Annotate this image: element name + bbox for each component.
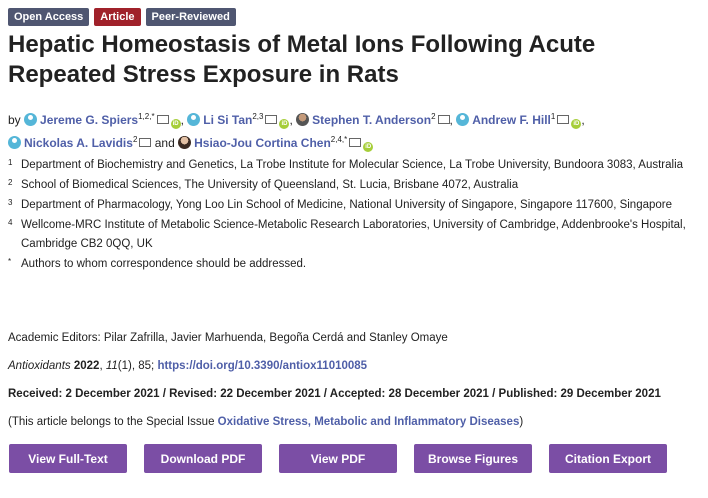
orcid-icon[interactable]: iD bbox=[571, 119, 582, 129]
email-icon[interactable] bbox=[557, 115, 570, 124]
author-sup: 2,3 bbox=[252, 112, 264, 121]
affiliation-item: * Authors to whom correspondence should b… bbox=[8, 257, 307, 270]
article-badge: Article bbox=[94, 8, 141, 26]
email-icon[interactable] bbox=[265, 115, 278, 124]
author-sup: 1,2,* bbox=[138, 112, 155, 121]
peer-reviewed-badge: Peer-Reviewed bbox=[145, 8, 236, 26]
browse-figures-button[interactable]: Browse Figures bbox=[414, 444, 532, 473]
journal-name: Antioxidants bbox=[8, 360, 71, 372]
open-access-badge: Open Access bbox=[8, 8, 90, 26]
author-sup: 1 bbox=[550, 112, 556, 121]
author-link[interactable]: Andrew F. Hill bbox=[472, 113, 551, 127]
author-avatar-icon bbox=[24, 113, 38, 126]
email-icon[interactable] bbox=[156, 115, 169, 124]
article-title: Hepatic Homeostasis of Metal Ions Follow… bbox=[8, 31, 596, 88]
special-issue-note: (This article belongs to the Special Iss… bbox=[8, 416, 524, 428]
author-link[interactable]: Hsiao-Jou Cortina Chen bbox=[194, 136, 331, 150]
academic-editors: Academic Editors: Pilar Zafrilla, Javier… bbox=[8, 332, 448, 344]
author-photo bbox=[296, 113, 310, 126]
author-avatar-icon bbox=[8, 136, 21, 149]
affiliation-item: 2 School of Biomedical Sciences, The Univ… bbox=[8, 178, 519, 191]
citation-line: Antioxidants 2022, 11(1), 85; https://do… bbox=[8, 360, 368, 372]
citation-export-button[interactable]: Citation Export bbox=[549, 444, 667, 473]
author-sup: 2 bbox=[132, 135, 138, 144]
action-buttons: View Full-Text Download PDF View PDF Bro… bbox=[9, 444, 667, 473]
citation-volume: 11 bbox=[105, 360, 118, 372]
affiliation-item: 1 Department of Biochemistry and Genetics… bbox=[8, 158, 684, 171]
author-photo bbox=[178, 136, 192, 149]
download-pdf-button[interactable]: Download PDF bbox=[144, 444, 262, 473]
view-full-text-button[interactable]: View Full-Text bbox=[9, 444, 127, 473]
badge-bar: Open Access Article Peer-Reviewed bbox=[8, 8, 236, 26]
author-link[interactable]: Li Si Tan bbox=[203, 113, 252, 127]
and-label: and bbox=[154, 136, 175, 150]
orcid-icon[interactable]: iD bbox=[279, 119, 290, 129]
affiliation-item: 3 Department of Pharmacology, Yong Loo Li… bbox=[8, 198, 673, 211]
affiliation-list: 1 Department of Biochemistry and Genetics… bbox=[8, 156, 698, 275]
author-sup: 2,4,* bbox=[330, 135, 348, 144]
author-sup: 2 bbox=[431, 112, 436, 121]
email-icon[interactable] bbox=[437, 115, 450, 124]
email-icon[interactable] bbox=[349, 138, 362, 147]
author-link[interactable]: Nickolas A. Lavidis bbox=[24, 136, 133, 150]
publication-dates: Received: 2 December 2021 / Revised: 22 … bbox=[8, 388, 661, 400]
author-link[interactable]: Jereme G. Spiers bbox=[40, 113, 138, 127]
affiliation-item: 4 Wellcome-MRC Institute of Metabolic Sci… bbox=[8, 218, 686, 250]
by-label: by bbox=[8, 113, 21, 127]
author-avatar-icon bbox=[456, 113, 470, 126]
citation-year: 2022 bbox=[73, 360, 100, 372]
author-avatar-icon bbox=[187, 113, 201, 126]
citation-rest: (1), 85; bbox=[117, 360, 158, 372]
author-list: by Jereme G. Spiers1,2,*iD, Li Si Tan2,3… bbox=[8, 112, 585, 152]
orcid-icon[interactable]: iD bbox=[363, 142, 374, 152]
email-icon[interactable] bbox=[139, 138, 152, 147]
doi-link[interactable]: https://doi.org/10.3390/antiox11010085 bbox=[157, 360, 367, 372]
orcid-icon[interactable]: iD bbox=[170, 119, 181, 129]
view-pdf-button[interactable]: View PDF bbox=[279, 444, 397, 473]
author-link[interactable]: Stephen T. Anderson bbox=[312, 113, 431, 127]
special-issue-link[interactable]: Oxidative Stress, Metabolic and Inflamma… bbox=[218, 416, 520, 428]
